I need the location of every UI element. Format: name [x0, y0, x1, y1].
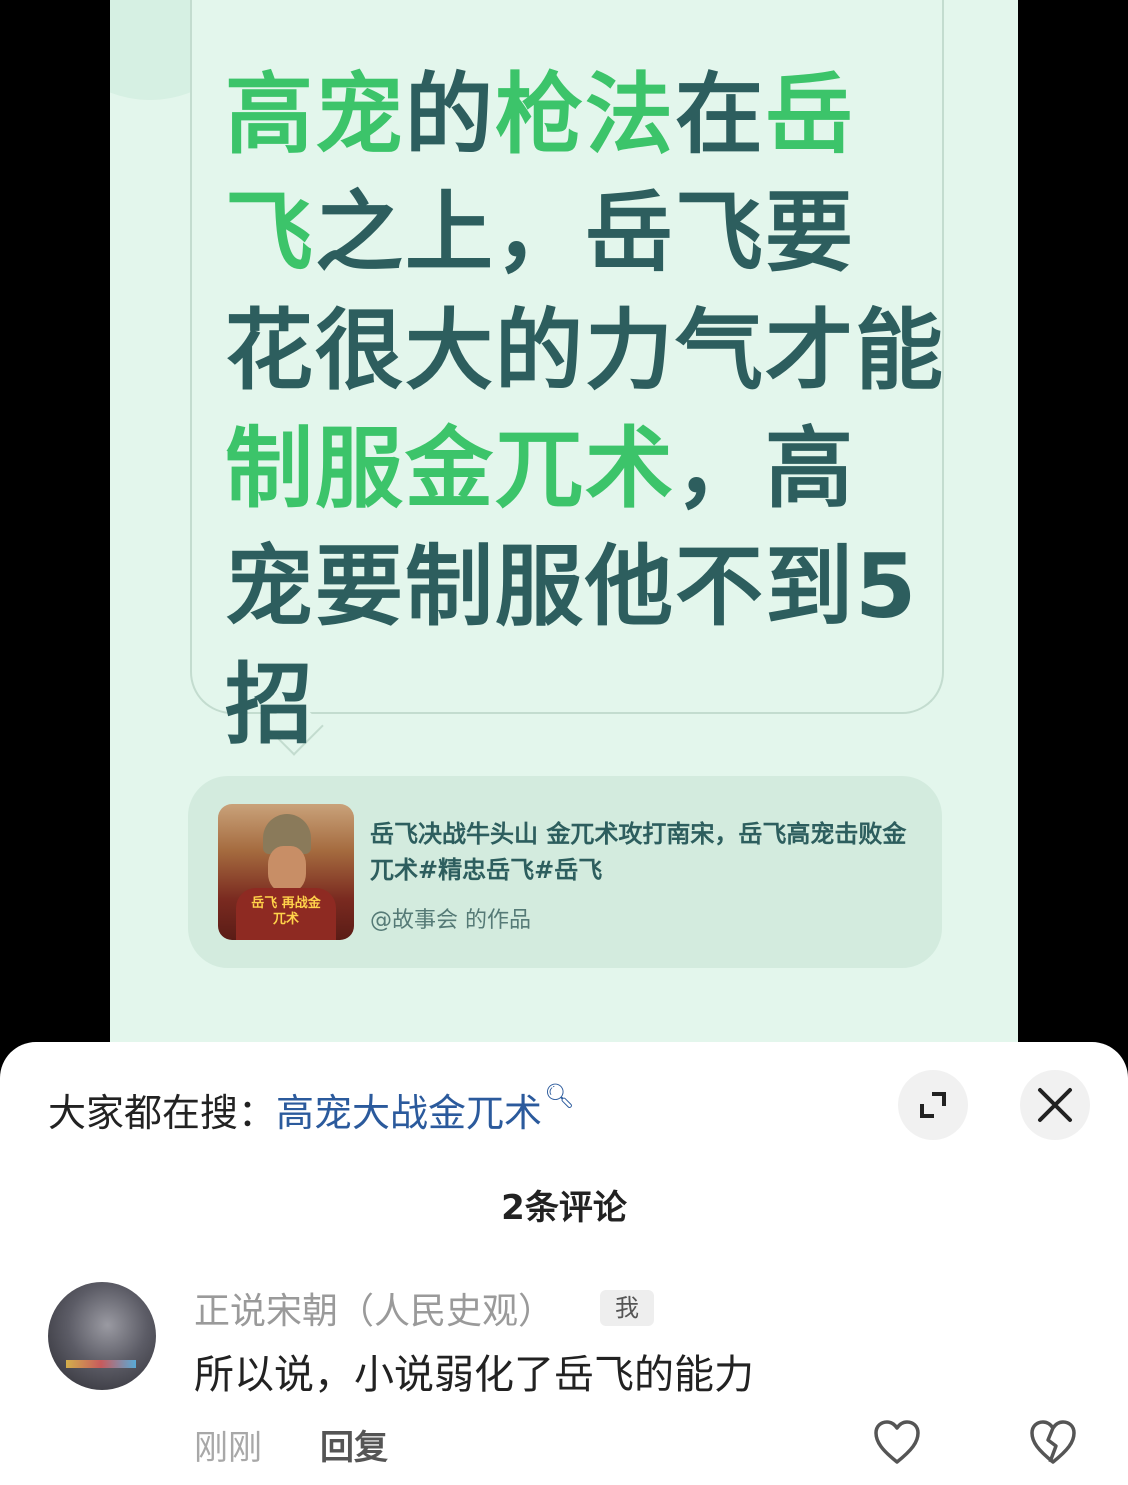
expand-icon — [920, 1092, 946, 1118]
source-author[interactable]: @故事会 的作品 — [370, 902, 531, 934]
headline-segment: 的 — [405, 63, 496, 166]
headline-text: 高宠的枪法在岳飞之上，岳飞要花很大的力气才能制服金兀术，高宠要制服他不到5招 — [225, 56, 945, 764]
source-video-card[interactable]: 岳飞 再战金兀术 岳飞决战牛头山 金兀术攻打南宋，岳飞高宠击败金兀术#精忠岳飞#… — [188, 776, 942, 968]
headline-segment: 在 — [675, 63, 766, 166]
trending-search-term[interactable]: 高宠大战金兀术 — [276, 1091, 542, 1135]
close-icon — [1038, 1088, 1072, 1122]
comment-username[interactable]: 正说宋朝（人民史观） — [194, 1282, 554, 1334]
me-badge: 我 — [600, 1290, 654, 1326]
reply-button[interactable]: 回复 — [320, 1420, 388, 1469]
comment-count: 2条评论 — [501, 1188, 627, 1228]
thumbnail-caption: 岳飞 再战金兀术 — [251, 896, 321, 927]
comment-sheet: 大家都在搜：高宠大战金兀术🔍︎ 2条评论 正说宋朝（人民史观） 我 所以说，小说… — [0, 1042, 1128, 1485]
avatar-lights — [66, 1360, 136, 1368]
headline-highlight: 制服金兀术 — [225, 417, 676, 520]
avatar[interactable] — [48, 1282, 156, 1390]
expand-button[interactable] — [898, 1070, 968, 1140]
comment-text: 所以说，小说弱化了岳飞的能力 — [194, 1352, 754, 1398]
trending-search-label: 大家都在搜： — [48, 1091, 277, 1135]
headline-highlight: 高宠 — [225, 63, 406, 166]
trending-search[interactable]: 大家都在搜：高宠大战金兀术🔍︎ — [48, 1082, 575, 1137]
video-thumbnail[interactable]: 岳飞 再战金兀术 — [218, 804, 354, 940]
heart-icon[interactable] — [872, 1418, 922, 1466]
face-shape — [268, 846, 306, 892]
source-title[interactable]: 岳飞决战牛头山 金兀术攻打南宋，岳飞高宠击败金兀术#精忠岳飞#岳飞 — [370, 816, 910, 888]
headline-segment: 之上，岳飞要花很大的力气才能 — [225, 181, 946, 402]
comment-time: 刚刚 — [194, 1428, 262, 1468]
close-button[interactable] — [1020, 1070, 1090, 1140]
headline-highlight: 枪法 — [495, 63, 676, 166]
search-icon[interactable]: 🔍︎ — [544, 1082, 574, 1110]
broken-heart-icon[interactable] — [1028, 1418, 1078, 1466]
post-card: 高宠的枪法在岳飞之上，岳飞要花很大的力气才能制服金兀术，高宠要制服他不到5招 岳… — [110, 0, 1018, 1060]
